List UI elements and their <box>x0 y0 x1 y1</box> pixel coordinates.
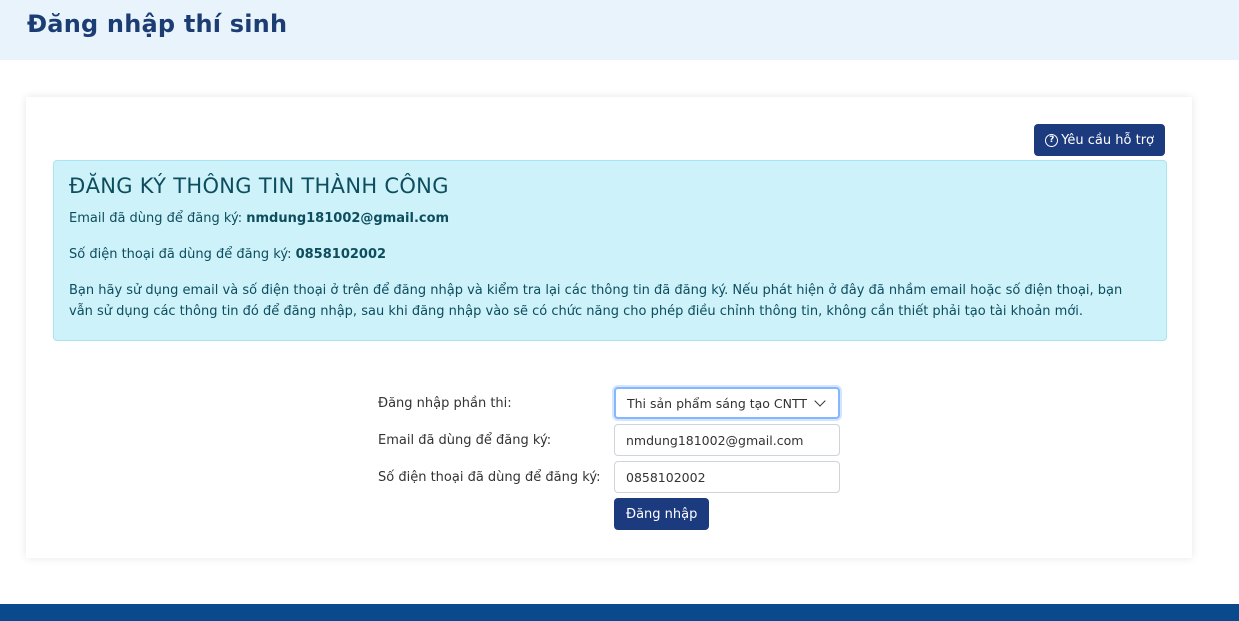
alert-email-label: Email đã dùng để đăng ký: <box>69 211 247 226</box>
success-alert: ĐĂNG KÝ THÔNG TIN THÀNH CÔNG Email đã dù… <box>53 160 1167 341</box>
phone-field[interactable]: 0858102002 <box>614 461 840 493</box>
footer-bar <box>0 604 1239 621</box>
alert-title: ĐĂNG KÝ THÔNG TIN THÀNH CÔNG <box>69 174 449 198</box>
alert-email-line: Email đã dùng để đăng ký: nmdung181002@g… <box>69 211 449 226</box>
phone-field-value: 0858102002 <box>626 469 706 485</box>
chevron-down-icon <box>814 395 826 407</box>
alert-phone-value: 0858102002 <box>295 247 387 262</box>
alert-phone-label: Số điện thoại đã dùng để đăng ký: <box>69 247 296 262</box>
section-select[interactable]: Thi sản phẩm sáng tạo CNTT <box>614 387 840 419</box>
alert-note: Bạn hãy sử dụng email và số điện thoại ở… <box>69 283 1123 319</box>
alert-phone-line: Số điện thoại đã dùng để đăng ký: 085810… <box>69 247 386 262</box>
email-field-value: nmdung181002@gmail.com <box>626 432 804 448</box>
login-button[interactable]: Đăng nhập <box>614 498 710 530</box>
help-circle-icon: ? <box>1045 133 1059 147</box>
section-row: Đăng nhập phần thi: Thi sản phẩm sáng tạ… <box>378 386 840 420</box>
email-label: Email đã dùng để đăng ký: <box>378 432 552 448</box>
phone-label: Số điện thoại đã dùng để đăng ký: <box>378 469 601 485</box>
phone-row: Số điện thoại đã dùng để đăng ký: 085810… <box>378 460 840 494</box>
email-row: Email đã dùng để đăng ký: nmdung181002@g… <box>378 423 840 457</box>
section-label: Đăng nhập phần thi: <box>378 395 512 411</box>
alert-email-value: nmdung181002@gmail.com <box>246 211 450 226</box>
support-request-button[interactable]: ? Yêu cầu hỗ trợ <box>1034 124 1165 156</box>
login-card: ? Yêu cầu hỗ trợ ĐĂNG KÝ THÔNG TIN THÀNH… <box>26 97 1192 558</box>
email-field[interactable]: nmdung181002@gmail.com <box>614 424 840 456</box>
section-select-value: Thi sản phẩm sáng tạo CNTT <box>627 395 808 411</box>
page-title: Đăng nhập thí sinh <box>27 10 288 38</box>
support-request-label: Yêu cầu hỗ trợ <box>1061 132 1154 148</box>
page-header: Đăng nhập thí sinh <box>0 0 1239 60</box>
